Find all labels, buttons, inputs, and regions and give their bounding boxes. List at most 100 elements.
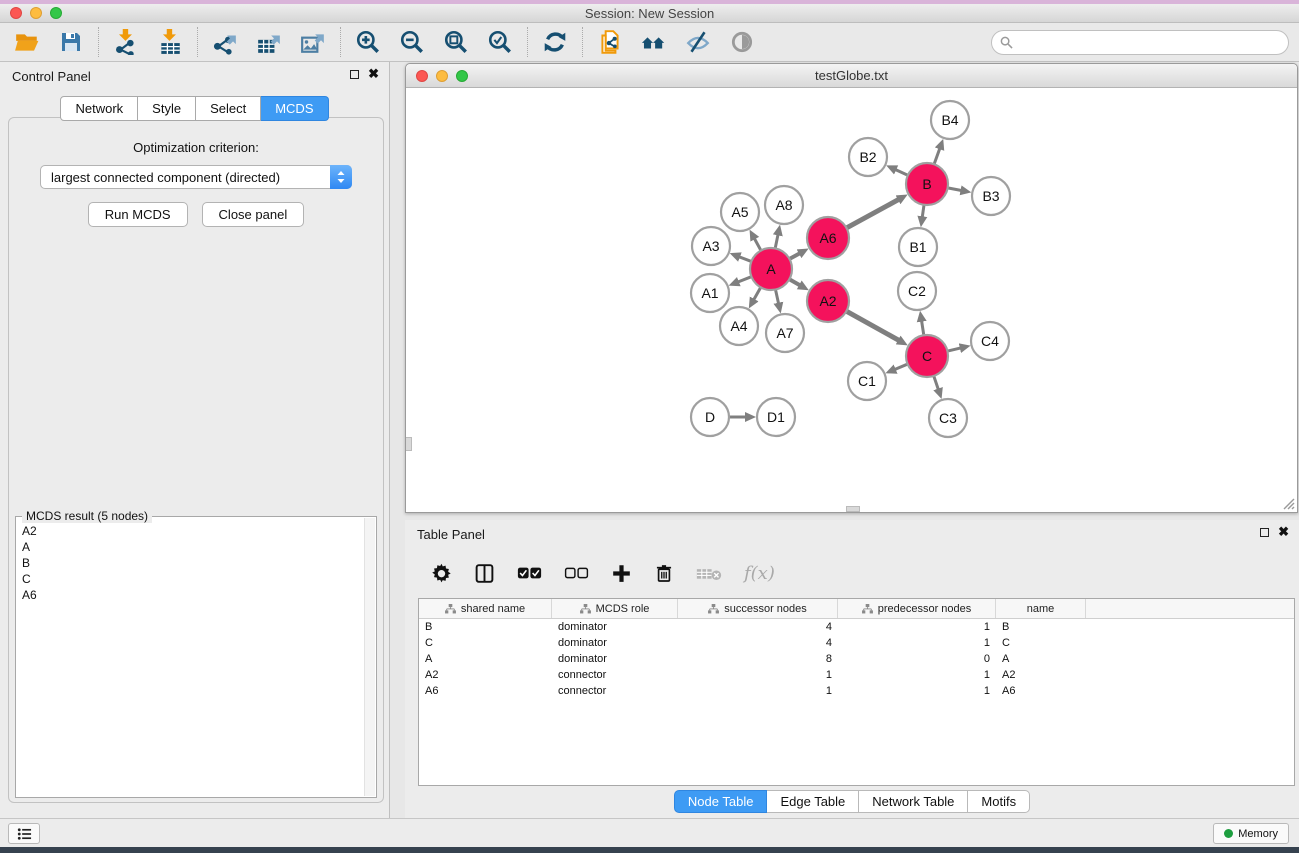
home-layout-icon[interactable]: [641, 29, 667, 55]
graph-node-A8[interactable]: A8: [765, 186, 803, 224]
export-network-icon[interactable]: [212, 29, 238, 55]
table-row[interactable]: A2connector11A2: [419, 667, 1294, 683]
graph-node-D[interactable]: D: [691, 398, 729, 436]
tab-edge-table[interactable]: Edge Table: [767, 790, 859, 813]
run-mcds-button[interactable]: Run MCDS: [88, 202, 188, 227]
graph-node-A7[interactable]: A7: [766, 314, 804, 352]
add-column-icon[interactable]: [611, 563, 632, 584]
table-cell[interactable]: A: [996, 653, 1086, 665]
result-item[interactable]: A2: [22, 523, 364, 539]
graph-node-D1[interactable]: D1: [757, 398, 795, 436]
zoom-in-icon[interactable]: [355, 29, 381, 55]
memory-button[interactable]: Memory: [1213, 823, 1289, 844]
settings-gear-icon[interactable]: [431, 563, 452, 584]
float-table-panel-icon[interactable]: [1260, 528, 1269, 537]
import-network-icon[interactable]: [113, 29, 139, 55]
edge-A2-C[interactable]: [845, 310, 899, 340]
column-header-MCDS-role[interactable]: MCDS role: [552, 599, 678, 618]
tab-network-table[interactable]: Network Table: [859, 790, 968, 813]
table-cell[interactable]: B: [419, 621, 552, 633]
tab-motifs[interactable]: Motifs: [968, 790, 1030, 813]
table-cell[interactable]: 4: [678, 621, 838, 633]
result-item[interactable]: A6: [22, 587, 364, 603]
graph-node-B2[interactable]: B2: [849, 138, 887, 176]
function-builder-icon[interactable]: f(x): [744, 563, 775, 584]
network-graph[interactable]: AA1A2A3A4A5A6A7A8BB1B2B3B4CC1C2C3C4DD1: [406, 88, 1297, 512]
table-cell[interactable]: 1: [838, 669, 996, 681]
close-table-panel-icon[interactable]: ✖: [1278, 527, 1289, 537]
hide-graphics-details-icon[interactable]: [685, 29, 711, 55]
column-view-icon[interactable]: [474, 563, 495, 584]
table-cell[interactable]: A2: [419, 669, 552, 681]
graph-node-A6[interactable]: A6: [807, 217, 849, 259]
result-item[interactable]: C: [22, 571, 364, 587]
horizontal-scroll-thumb[interactable]: [846, 506, 860, 512]
table-cell[interactable]: A6: [419, 685, 552, 697]
edge-A6-B[interactable]: [845, 199, 899, 229]
table-cell[interactable]: 4: [678, 637, 838, 649]
column-header-predecessor-nodes[interactable]: predecessor nodes: [838, 599, 996, 618]
task-history-button[interactable]: [8, 823, 40, 844]
show-graphics-details-icon[interactable]: [729, 29, 755, 55]
table-cell[interactable]: C: [419, 637, 552, 649]
table-cell[interactable]: C: [996, 637, 1086, 649]
table-row[interactable]: Cdominator41C: [419, 635, 1294, 651]
result-item[interactable]: B: [22, 555, 364, 571]
refresh-icon[interactable]: [542, 29, 568, 55]
table-cell[interactable]: 1: [678, 685, 838, 697]
graph-node-A5[interactable]: A5: [721, 193, 759, 231]
table-cell[interactable]: 8: [678, 653, 838, 665]
table-cell[interactable]: 1: [678, 669, 838, 681]
table-row[interactable]: A6connector11A6: [419, 683, 1294, 699]
tab-select[interactable]: Select: [196, 96, 261, 121]
table-row[interactable]: Adominator80A: [419, 651, 1294, 667]
tab-mcds[interactable]: MCDS: [261, 96, 328, 121]
criterion-select[interactable]: largest connected component (directed): [40, 165, 352, 189]
graph-node-B3[interactable]: B3: [972, 177, 1010, 215]
table-cell[interactable]: 0: [838, 653, 996, 665]
graph-node-C4[interactable]: C4: [971, 322, 1009, 360]
result-scrollbar[interactable]: [364, 518, 375, 796]
graph-node-B4[interactable]: B4: [931, 101, 969, 139]
delete-table-icon[interactable]: [696, 565, 722, 582]
graph-node-C[interactable]: C: [906, 335, 948, 377]
table-row[interactable]: Bdominator41B: [419, 619, 1294, 635]
import-table-icon[interactable]: [157, 29, 183, 55]
close-panel-icon[interactable]: ✖: [368, 69, 379, 79]
result-item[interactable]: A: [22, 539, 364, 555]
export-table-icon[interactable]: [256, 29, 282, 55]
graph-node-A1[interactable]: A1: [691, 274, 729, 312]
unselect-all-icon[interactable]: [564, 565, 589, 581]
column-header-successor-nodes[interactable]: successor nodes: [678, 599, 838, 618]
network-canvas[interactable]: AA1A2A3A4A5A6A7A8BB1B2B3B4CC1C2C3C4DD1: [406, 88, 1297, 512]
graph-node-A3[interactable]: A3: [692, 227, 730, 265]
table-cell[interactable]: A2: [996, 669, 1086, 681]
open-session-icon[interactable]: [14, 29, 40, 55]
resize-grip-icon[interactable]: [1281, 496, 1295, 510]
save-session-icon[interactable]: [58, 29, 84, 55]
table-cell[interactable]: 1: [838, 621, 996, 633]
export-image-icon[interactable]: [300, 29, 326, 55]
graph-node-C1[interactable]: C1: [848, 362, 886, 400]
tab-style[interactable]: Style: [138, 96, 196, 121]
table-cell[interactable]: A: [419, 653, 552, 665]
zoom-fit-icon[interactable]: [443, 29, 469, 55]
graph-node-A4[interactable]: A4: [720, 307, 758, 345]
table-cell[interactable]: connector: [552, 685, 678, 697]
network-window-titlebar[interactable]: testGlobe.txt: [406, 64, 1297, 88]
table-cell[interactable]: dominator: [552, 653, 678, 665]
table-cell[interactable]: dominator: [552, 637, 678, 649]
vertical-scroll-thumb[interactable]: [406, 437, 412, 451]
graph-node-C2[interactable]: C2: [898, 272, 936, 310]
mcds-result-list[interactable]: A2ABCA6: [22, 523, 364, 795]
graph-node-B[interactable]: B: [906, 163, 948, 205]
column-header-name[interactable]: name: [996, 599, 1086, 618]
duplicate-network-icon[interactable]: [597, 29, 623, 55]
delete-column-icon[interactable]: [654, 563, 674, 584]
table-cell[interactable]: 1: [838, 685, 996, 697]
float-panel-icon[interactable]: [350, 70, 359, 79]
select-all-icon[interactable]: [517, 565, 542, 581]
column-header-shared-name[interactable]: shared name: [419, 599, 552, 618]
table-cell[interactable]: A6: [996, 685, 1086, 697]
search-input[interactable]: [991, 30, 1289, 55]
